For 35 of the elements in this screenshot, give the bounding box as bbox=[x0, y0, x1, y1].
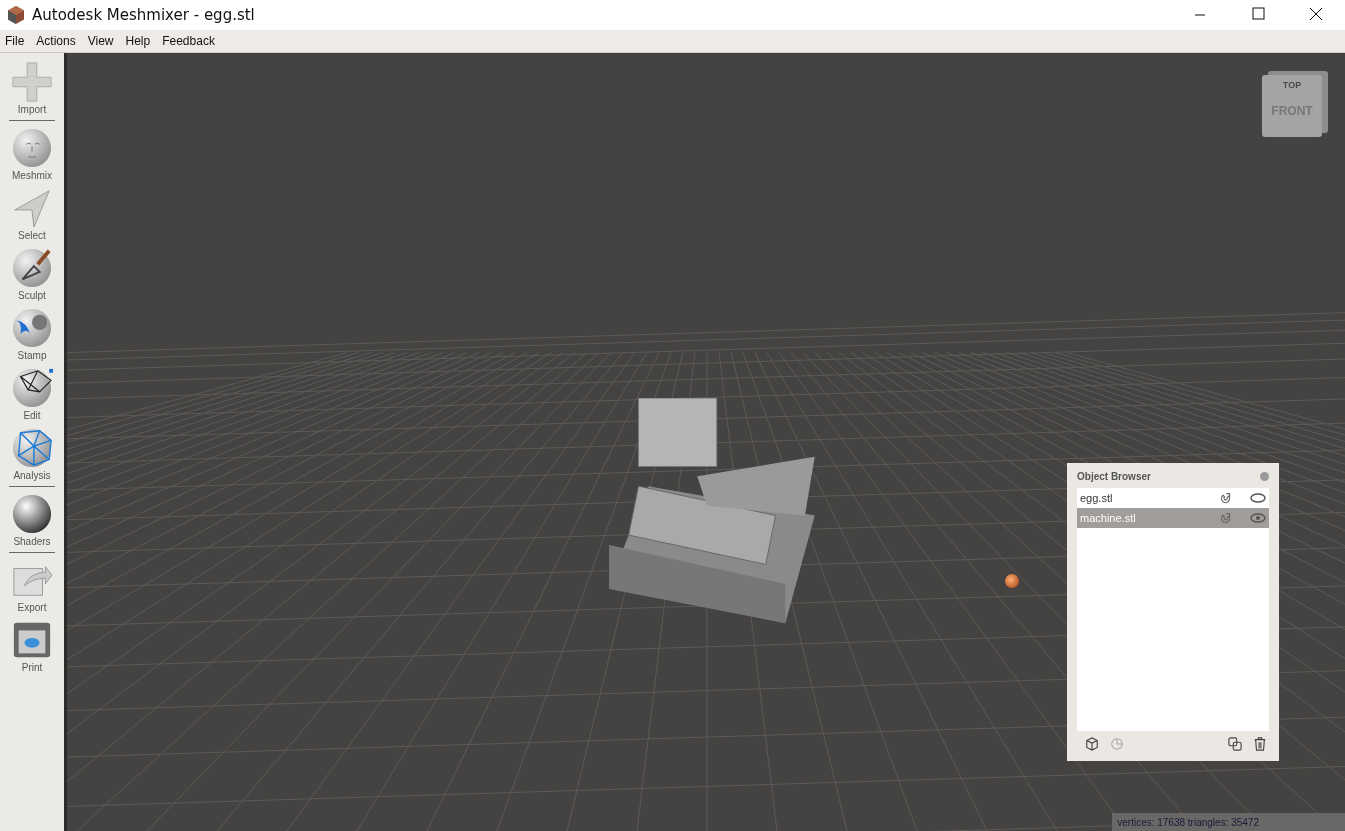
object-row[interactable]: egg.stl bbox=[1077, 488, 1269, 508]
pie-icon[interactable] bbox=[1110, 737, 1124, 751]
brush-icon bbox=[11, 247, 53, 289]
menu-item[interactable]: File bbox=[5, 34, 25, 48]
object-name: egg.stl bbox=[1080, 492, 1114, 504]
tool-button[interactable]: Export bbox=[11, 559, 53, 613]
chrome-icon bbox=[11, 493, 53, 535]
edit-icon bbox=[11, 367, 53, 409]
menu-item[interactable]: Help bbox=[125, 34, 151, 48]
tool-button[interactable]: Print bbox=[11, 619, 53, 673]
menu-item[interactable]: Feedback bbox=[162, 34, 215, 48]
light-marker-icon[interactable] bbox=[1005, 574, 1019, 588]
status-bar: vertices: 17638 triangles: 35472 bbox=[1112, 813, 1345, 831]
tool-button[interactable]: Stamp bbox=[11, 307, 53, 361]
face-icon bbox=[11, 127, 53, 169]
plus-icon bbox=[11, 61, 53, 103]
menu-item[interactable]: Actions bbox=[36, 34, 76, 48]
app-logo-icon bbox=[6, 5, 26, 25]
tool-button[interactable]: Edit bbox=[11, 367, 53, 421]
arrow-icon bbox=[11, 187, 53, 229]
panel-title: Object Browser bbox=[1077, 471, 1151, 482]
tool-button[interactable]: Sculpt bbox=[11, 247, 53, 301]
tool-button[interactable]: Meshmix bbox=[11, 127, 53, 181]
window-title: Autodesk Meshmixer - egg.stl bbox=[32, 6, 255, 24]
analysis-icon bbox=[11, 427, 53, 469]
duplicate-icon[interactable] bbox=[1228, 737, 1242, 751]
tool-button[interactable]: Select bbox=[11, 187, 53, 241]
cube-icon[interactable] bbox=[1085, 737, 1099, 751]
tool-button[interactable]: Import bbox=[11, 61, 53, 115]
eye-icon[interactable] bbox=[1250, 492, 1266, 504]
object-name: machine.stl bbox=[1080, 512, 1137, 524]
menu-item[interactable]: View bbox=[87, 34, 114, 48]
tool-button[interactable]: Analysis bbox=[11, 427, 53, 481]
trash-icon[interactable] bbox=[1253, 737, 1267, 751]
tool-button[interactable]: Shaders bbox=[11, 493, 53, 547]
